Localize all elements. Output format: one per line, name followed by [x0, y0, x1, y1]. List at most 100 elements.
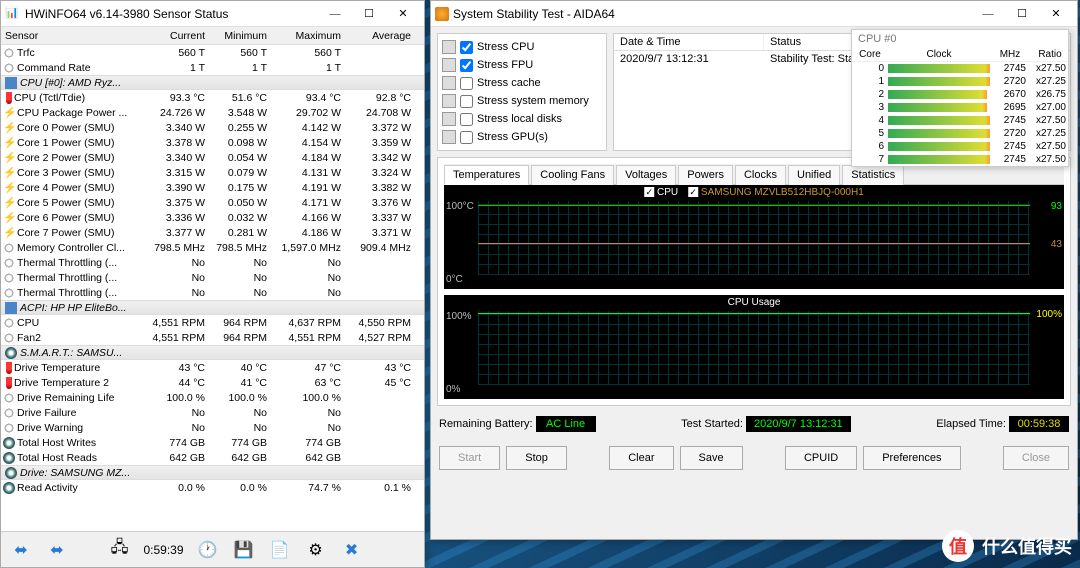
- tab-statistics[interactable]: Statistics: [842, 165, 904, 185]
- sensor-group[interactable]: CPU [#0]: AMD Ryz...: [1, 75, 424, 90]
- sensor-row[interactable]: Drive Remaining Life100.0 %100.0 %100.0 …: [1, 390, 424, 405]
- elapsed-value: 00:59:38: [1009, 416, 1069, 432]
- sensor-row[interactable]: ⚡Core 4 Power (SMU)3.390 W0.175 W4.191 W…: [1, 180, 424, 195]
- graph-panel: TemperaturesCooling FansVoltagesPowersCl…: [437, 157, 1071, 406]
- sensor-group[interactable]: ACPI: HP HP EliteBo...: [1, 300, 424, 315]
- cpu-temp-line: [478, 205, 1030, 206]
- cpu-core-row: 42745x27.50: [852, 114, 1068, 127]
- hwinfo-sensor-list[interactable]: Trfc560 T560 T560 TCommand Rate1 T1 T1 T…: [1, 45, 424, 531]
- hwinfo-window: 📊 HWiNFO64 v6.14-3980 Sensor Status — ☐ …: [0, 0, 425, 568]
- tab-voltages[interactable]: Voltages: [616, 165, 676, 185]
- cpu-cores-overlay[interactable]: CPU #0 Core Clock MHz Ratio 02745x27.501…: [851, 29, 1069, 167]
- sensor-row[interactable]: CPU4,551 RPM964 RPM4,637 RPM4,550 RPM: [1, 315, 424, 330]
- cpu-core-row: 32695x27.00: [852, 101, 1068, 114]
- watermark-icon: 值: [942, 530, 974, 562]
- battery-value: AC Line: [536, 416, 596, 432]
- cpu-core-row: 02745x27.50: [852, 62, 1068, 75]
- network-icon[interactable]: 🖧: [103, 535, 135, 565]
- minimize-button[interactable]: —: [318, 2, 352, 26]
- cpu-core-row: 22670x26.75: [852, 88, 1068, 101]
- cpu-overlay-title: CPU #0: [852, 30, 1068, 48]
- close-panel-button: Close: [1003, 446, 1069, 470]
- sensor-row[interactable]: Thermal Throttling (...NoNoNo: [1, 255, 424, 270]
- ssd-temp-line: [478, 243, 1030, 244]
- close-tool-icon[interactable]: ✖: [336, 535, 368, 565]
- stress-options-panel: Stress CPUStress FPUStress cacheStress s…: [437, 33, 607, 151]
- settings-icon[interactable]: ⚙: [300, 535, 332, 565]
- hwinfo-column-header: Sensor Current Minimum Maximum Average: [1, 27, 424, 45]
- clock-reset-icon[interactable]: 🕐: [192, 535, 224, 565]
- test-started-value: 2020/9/7 13:12:31: [746, 416, 851, 432]
- sensor-row[interactable]: Memory Controller Cl...798.5 MHz798.5 MH…: [1, 240, 424, 255]
- sensor-row[interactable]: Total Host Reads642 GB642 GB642 GB: [1, 450, 424, 465]
- log-file-icon[interactable]: 📄: [264, 535, 296, 565]
- minimize-button[interactable]: —: [971, 2, 1005, 26]
- stress-checkbox[interactable]: Stress local disks: [442, 110, 602, 128]
- sensor-row[interactable]: Read Activity0.0 %0.0 %74.7 %0.1 %: [1, 480, 424, 495]
- stop-button[interactable]: Stop: [506, 446, 567, 470]
- hwinfo-titlebar[interactable]: 📊 HWiNFO64 v6.14-3980 Sensor Status — ☐ …: [1, 1, 424, 27]
- aida-title: System Stability Test - AIDA64: [449, 7, 971, 21]
- tab-temperatures[interactable]: Temperatures: [444, 165, 529, 185]
- sensor-row[interactable]: ⚡Core 2 Power (SMU)3.340 W0.054 W4.184 W…: [1, 150, 424, 165]
- cpu-core-row: 72745x27.50: [852, 153, 1068, 166]
- sensor-row[interactable]: Command Rate1 T1 T1 T: [1, 60, 424, 75]
- button-row: Start Stop Clear Save CPUID Preferences …: [437, 442, 1071, 474]
- aida-titlebar[interactable]: System Stability Test - AIDA64 — ☐ ✕: [431, 1, 1077, 27]
- aida-app-icon: [435, 7, 449, 21]
- cpu-core-row: 12720x27.25: [852, 75, 1068, 88]
- sensor-row[interactable]: Thermal Throttling (...NoNoNo: [1, 285, 424, 300]
- arrow-left-icon[interactable]: ⬌: [5, 535, 37, 565]
- tab-powers[interactable]: Powers: [678, 165, 733, 185]
- graph-tabs: TemperaturesCooling FansVoltagesPowersCl…: [444, 164, 1064, 185]
- arrow-right-icon[interactable]: ⬌: [41, 535, 73, 565]
- stress-checkbox[interactable]: Stress cache: [442, 74, 602, 92]
- clear-button[interactable]: Clear: [609, 446, 673, 470]
- stress-checkbox[interactable]: Stress system memory: [442, 92, 602, 110]
- save-button[interactable]: Save: [680, 446, 743, 470]
- sensor-row[interactable]: ⚡Core 0 Power (SMU)3.340 W0.255 W4.142 W…: [1, 120, 424, 135]
- close-button[interactable]: ✕: [1039, 2, 1073, 26]
- sensor-row[interactable]: Drive Temperature43 °C40 °C47 °C43 °C: [1, 360, 424, 375]
- temperature-graph: ✓ CPU ✓ SAMSUNG MZVLB512HBJQ-000H1 100°C…: [444, 185, 1064, 289]
- sensor-row[interactable]: Fan24,551 RPM964 RPM4,551 RPM4,527 RPM: [1, 330, 424, 345]
- sensor-row[interactable]: ⚡CPU Package Power ...24.726 W3.548 W29.…: [1, 105, 424, 120]
- sensor-row[interactable]: ⚡Core 3 Power (SMU)3.315 W0.079 W4.131 W…: [1, 165, 424, 180]
- preferences-button[interactable]: Preferences: [863, 446, 960, 470]
- hwinfo-title: HWiNFO64 v6.14-3980 Sensor Status: [21, 7, 318, 21]
- sensor-row[interactable]: Trfc560 T560 T560 T: [1, 45, 424, 60]
- stress-checkbox[interactable]: Stress GPU(s): [442, 128, 602, 146]
- sensor-row[interactable]: Thermal Throttling (...NoNoNo: [1, 270, 424, 285]
- info-row: Remaining Battery: AC Line Test Started:…: [437, 412, 1071, 436]
- sensor-row[interactable]: ⚡Core 7 Power (SMU)3.377 W0.281 W4.186 W…: [1, 225, 424, 240]
- tab-unified[interactable]: Unified: [788, 165, 840, 185]
- close-button[interactable]: ✕: [386, 2, 420, 26]
- hwinfo-timer: 0:59:39: [139, 543, 187, 557]
- sensor-row[interactable]: Total Host Writes774 GB774 GB774 GB: [1, 435, 424, 450]
- sensor-row[interactable]: Drive WarningNoNoNo: [1, 420, 424, 435]
- sensor-row[interactable]: ⚡Core 1 Power (SMU)3.378 W0.098 W4.154 W…: [1, 135, 424, 150]
- maximize-button[interactable]: ☐: [1005, 2, 1039, 26]
- cpu-core-row: 62745x27.50: [852, 140, 1068, 153]
- cpu-usage-line: [478, 313, 1030, 314]
- hwinfo-app-icon: 📊: [5, 6, 21, 22]
- tab-cooling-fans[interactable]: Cooling Fans: [531, 165, 614, 185]
- maximize-button[interactable]: ☐: [352, 2, 386, 26]
- sensor-row[interactable]: ⚡Core 5 Power (SMU)3.375 W0.050 W4.171 W…: [1, 195, 424, 210]
- cpu-core-row: 52720x27.25: [852, 127, 1068, 140]
- sensor-row[interactable]: CPU (Tctl/Tdie)93.3 °C51.6 °C93.4 °C92.8…: [1, 90, 424, 105]
- cpu-usage-graph: CPU Usage 100% 0% 100%: [444, 295, 1064, 399]
- sensor-row[interactable]: ⚡Core 6 Power (SMU)3.336 W0.032 W4.166 W…: [1, 210, 424, 225]
- start-button: Start: [439, 446, 500, 470]
- sensor-row[interactable]: Drive Temperature 244 °C41 °C63 °C45 °C: [1, 375, 424, 390]
- cpuid-button[interactable]: CPUID: [785, 446, 857, 470]
- sensor-group[interactable]: S.M.A.R.T.: SAMSU...: [1, 345, 424, 360]
- stress-checkbox[interactable]: Stress FPU: [442, 56, 602, 74]
- save-log-icon[interactable]: 💾: [228, 535, 260, 565]
- sensor-group[interactable]: Drive: SAMSUNG MZ...: [1, 465, 424, 480]
- tab-clocks[interactable]: Clocks: [735, 165, 786, 185]
- temp-legend: ✓ CPU ✓ SAMSUNG MZVLB512HBJQ-000H1: [644, 187, 864, 198]
- stress-checkbox[interactable]: Stress CPU: [442, 38, 602, 56]
- sensor-row[interactable]: Drive FailureNoNoNo: [1, 405, 424, 420]
- hwinfo-toolbar: ⬌ ⬌ 🖧 0:59:39 🕐 💾 📄 ⚙ ✖: [1, 531, 424, 567]
